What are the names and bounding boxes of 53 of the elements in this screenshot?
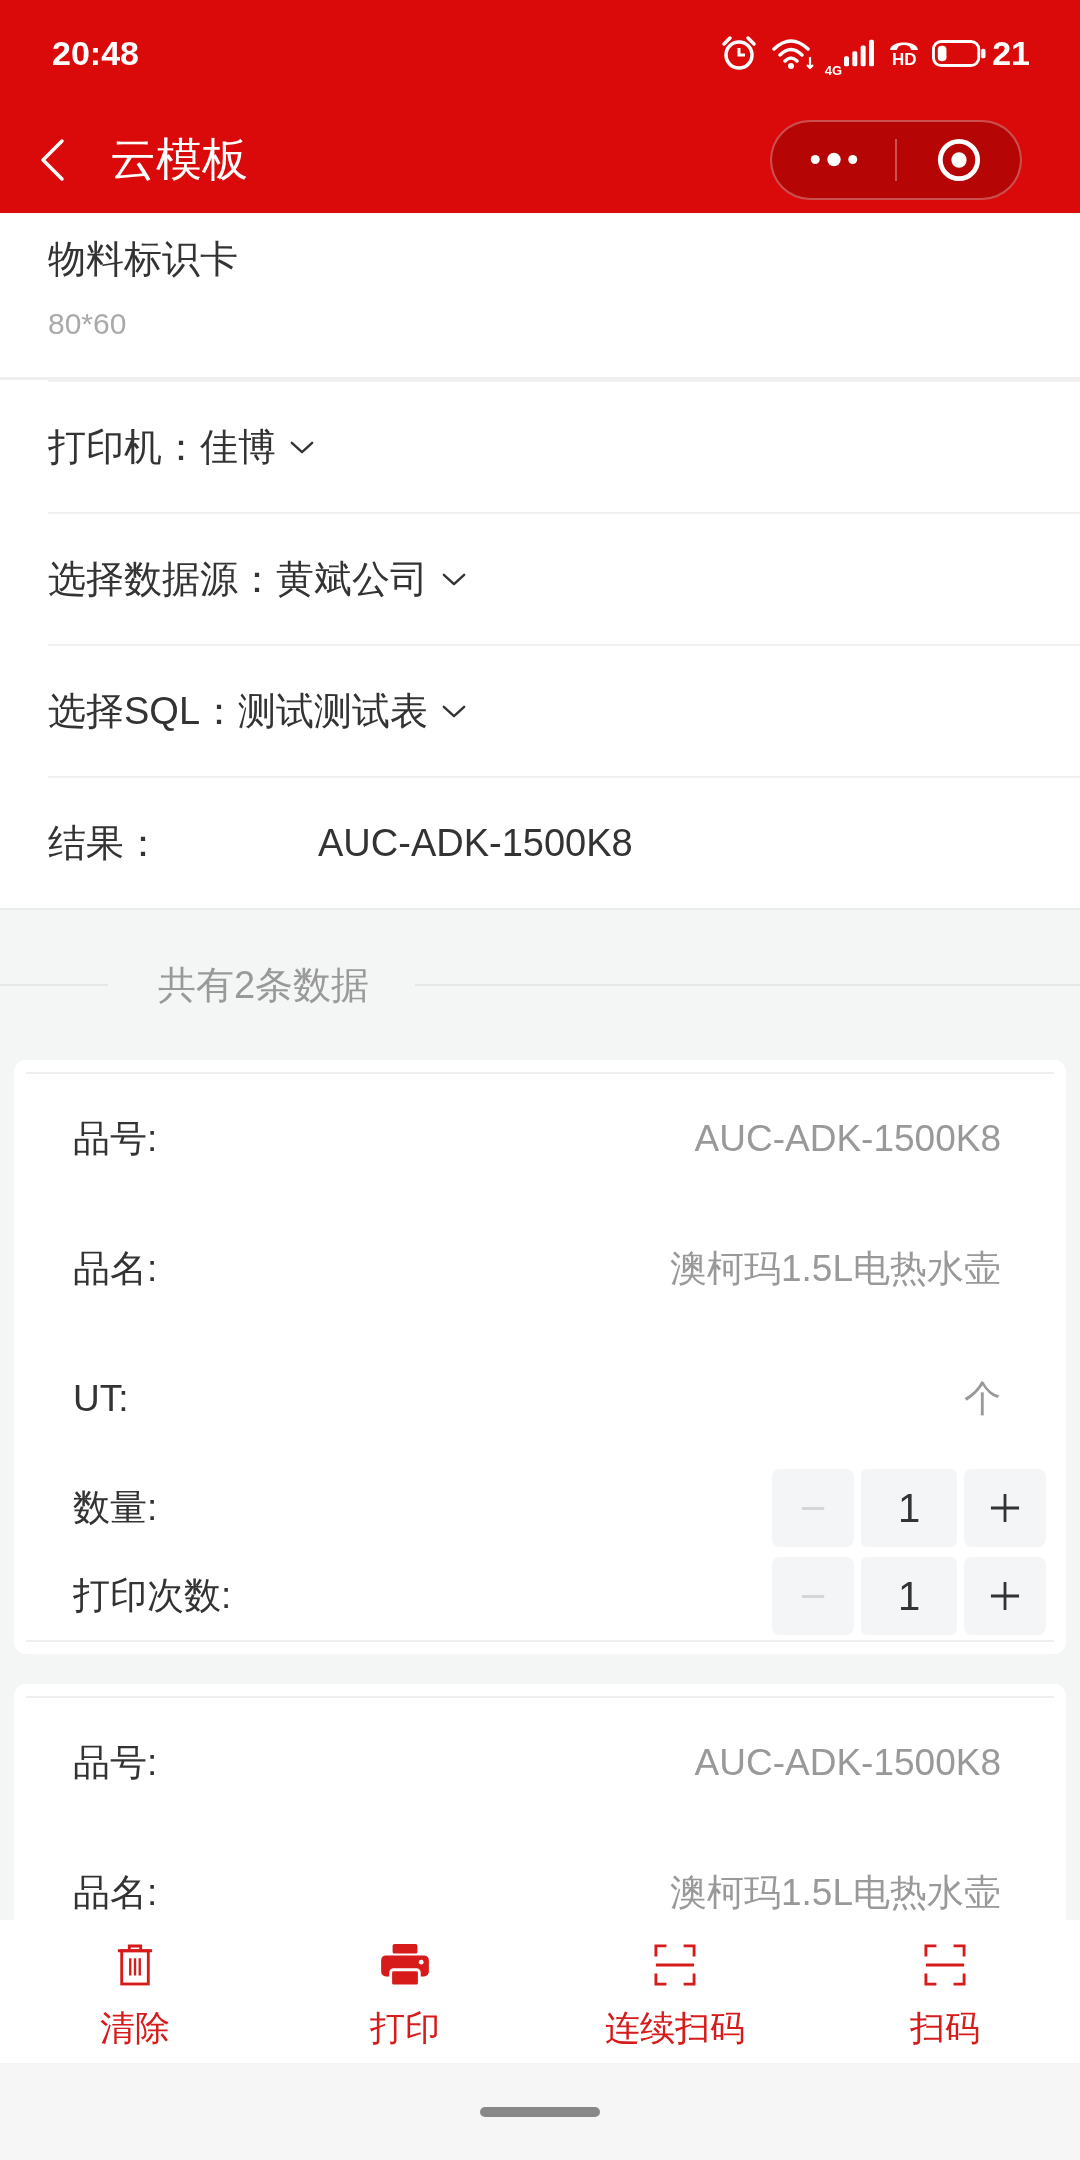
call-quality-label: HD <box>891 50 917 68</box>
network-type-label: 4G <box>824 62 843 78</box>
print-button[interactable]: 打印 <box>270 1920 540 2063</box>
quantity-input[interactable]: 1 <box>861 1557 957 1635</box>
setting-label: 选择SQL： <box>48 688 239 734</box>
status-time: 20:48 <box>52 33 139 73</box>
scan-icon <box>654 1944 696 1986</box>
caret-icon <box>442 703 467 719</box>
field-label: UT: <box>73 1378 129 1420</box>
field-label: 数量: <box>73 1486 158 1530</box>
dropdown-button[interactable]: 佳博 <box>200 421 314 473</box>
dropdown-button[interactable]: 黄斌公司 <box>276 553 466 605</box>
record-count: 共有2条数据 <box>158 962 370 1008</box>
alarm-icon <box>720 35 757 71</box>
caret-icon <box>290 439 314 455</box>
scan-icon <box>924 1944 966 1986</box>
chevron-left-icon <box>38 137 66 182</box>
result-value: AUC-ADK-1500K8 <box>318 821 633 865</box>
battery-percent: 21 <box>992 33 1030 73</box>
setting-label: 结果： <box>48 820 163 866</box>
field-label: 品名: <box>73 1871 158 1915</box>
scan-button[interactable]: 连续扫码 <box>540 1920 810 2063</box>
signal-icon <box>844 38 875 68</box>
trash-icon <box>116 1944 154 1986</box>
battery-icon <box>932 39 987 67</box>
clear-button[interactable]: 清除 <box>0 1920 270 2063</box>
plus-icon <box>990 1493 1020 1523</box>
field-label: 品号: <box>73 1117 158 1161</box>
setting-label: 打印机： <box>48 424 200 470</box>
increase-button[interactable] <box>964 1557 1046 1635</box>
increase-button[interactable] <box>964 1469 1046 1547</box>
field-value: 澳柯玛1.5L电热水壶 <box>670 1247 1001 1291</box>
printer-icon <box>381 1944 429 1986</box>
back-button[interactable] <box>38 137 66 182</box>
quantity-input[interactable]: 1 <box>861 1469 957 1547</box>
field-label: 品名: <box>73 1247 158 1291</box>
template-size: 80*60 <box>48 306 128 342</box>
caret-icon <box>442 571 466 587</box>
template-name: 物料标识卡 <box>48 237 239 282</box>
more-icon <box>808 152 859 167</box>
field-value: AUC-ADK-1500K8 <box>694 1742 1001 1784</box>
field-value: 个 <box>964 1377 1001 1421</box>
field-label: 品号: <box>73 1741 158 1785</box>
scan-button[interactable]: 扫码 <box>810 1920 1080 2063</box>
dropdown-button[interactable]: 测试测试表 <box>238 685 467 737</box>
field-label: 打印次数: <box>73 1574 232 1618</box>
plus-icon <box>990 1581 1020 1611</box>
field-value: 澳柯玛1.5L电热水壶 <box>670 1871 1001 1915</box>
wifi-icon <box>770 36 815 70</box>
setting-label: 选择数据源： <box>48 556 276 602</box>
page-title: 云模板 <box>110 131 248 187</box>
field-value: AUC-ADK-1500K8 <box>694 1118 1001 1160</box>
target-icon <box>936 137 981 182</box>
